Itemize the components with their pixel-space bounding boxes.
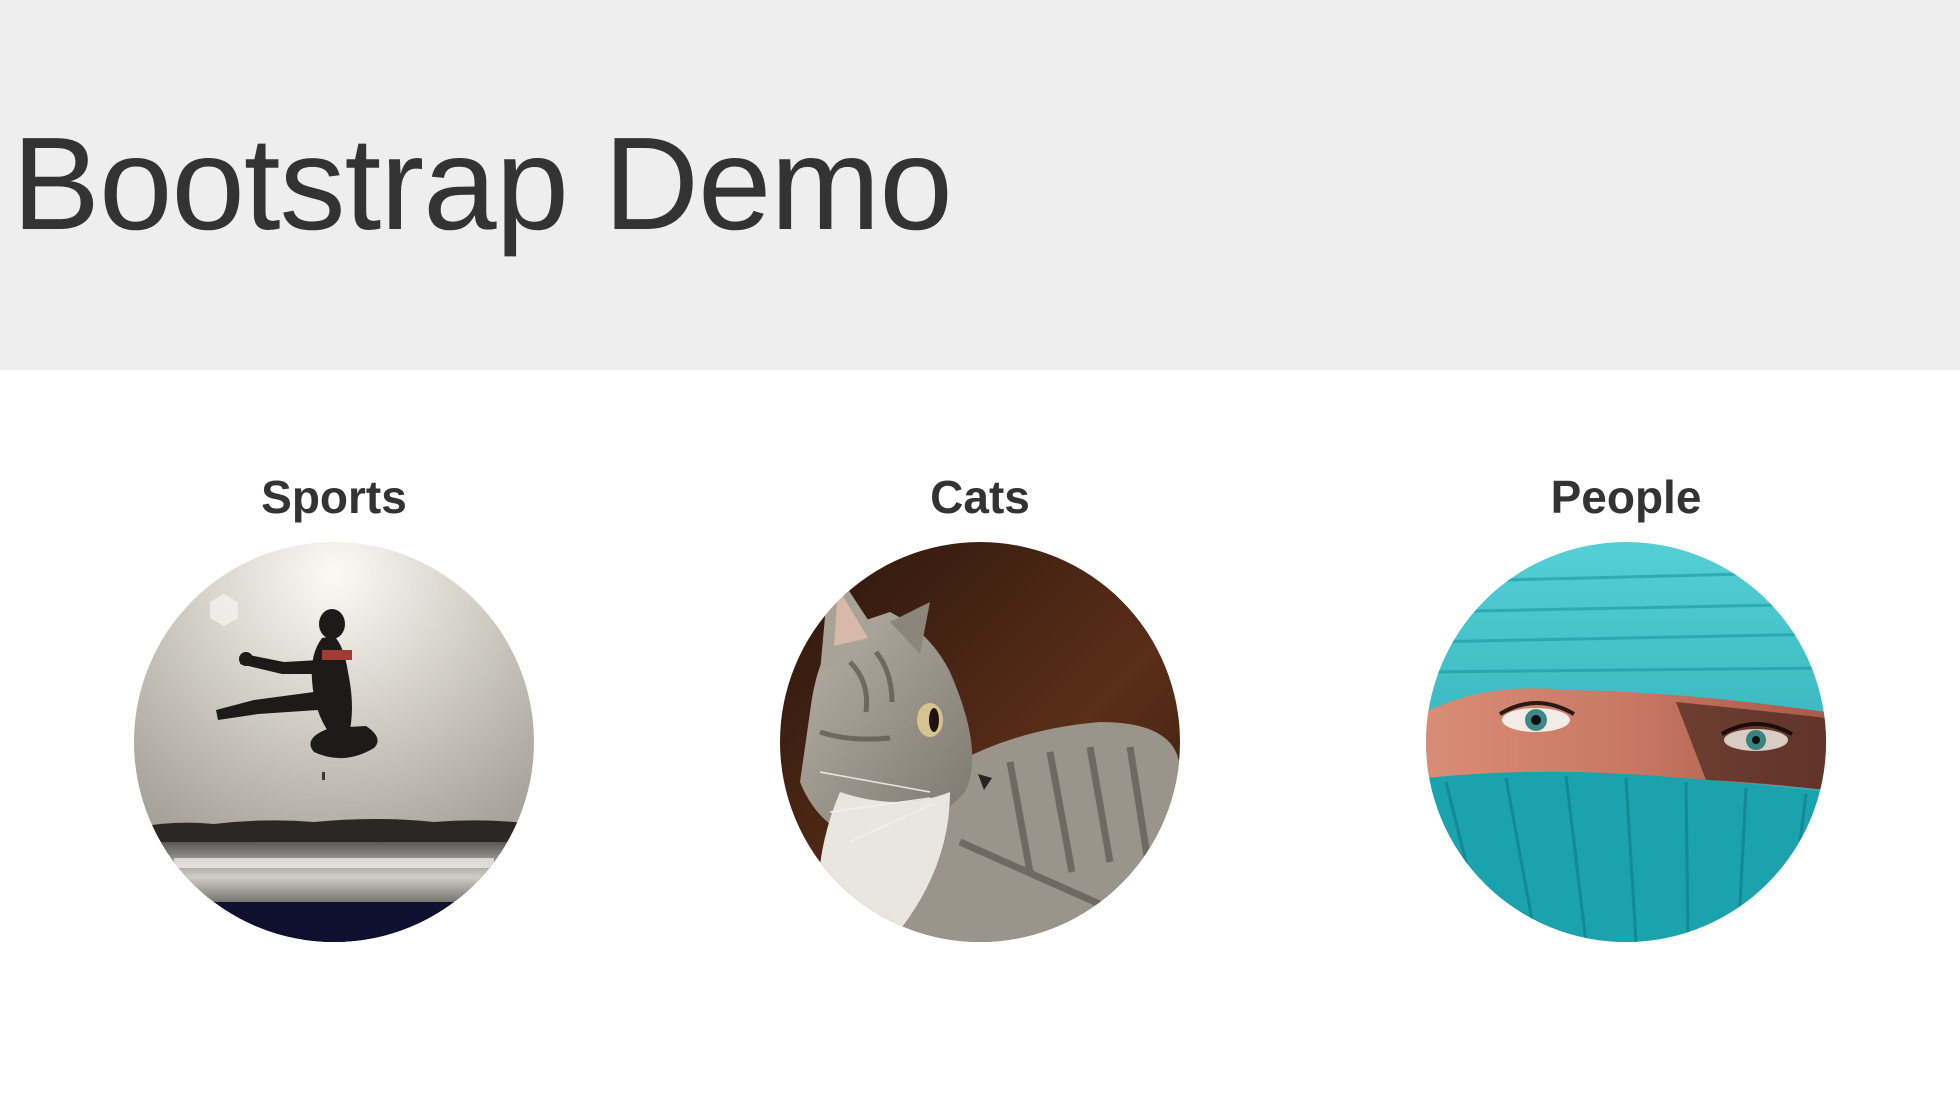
category-title-people: People (1550, 471, 1702, 523)
cats-thumbnail-image[interactable] (780, 542, 1180, 942)
sports-thumbnail-image[interactable] (134, 542, 534, 942)
jumbotron-header: Bootstrap Demo (0, 0, 1960, 370)
category-cats: Cats (780, 370, 1180, 970)
category-title-cats: Cats (930, 471, 1030, 523)
category-people: People (1426, 370, 1826, 970)
people-thumbnail-image[interactable] (1426, 542, 1826, 942)
category-sports: Sports (134, 370, 534, 970)
category-row: Sports Cats People (0, 370, 1960, 1118)
category-title-sports: Sports (261, 471, 407, 523)
page-title: Bootstrap Demo (12, 110, 953, 257)
